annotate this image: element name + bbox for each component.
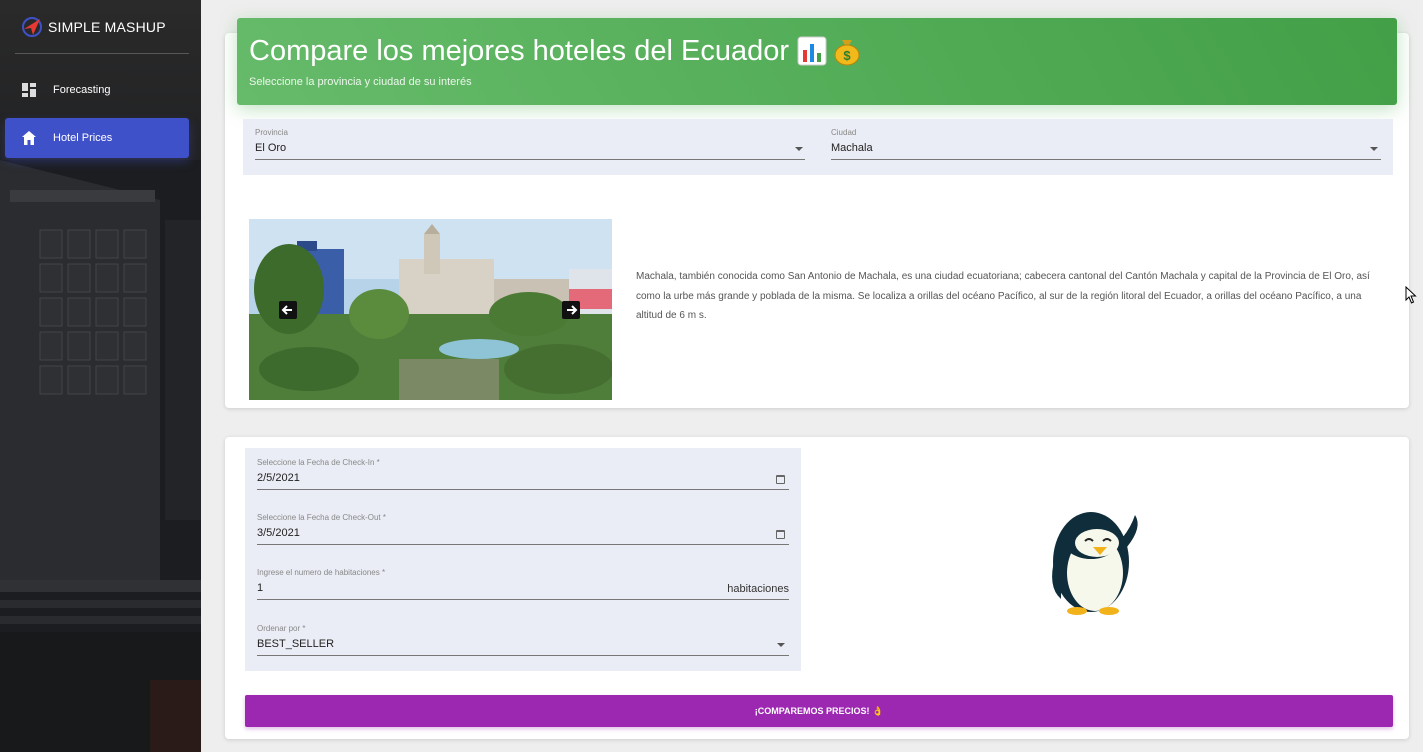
money-bag-icon: $: [834, 40, 860, 66]
ciudad-label: Ciudad: [831, 128, 857, 137]
checkout-date-field[interactable]: Seleccione la Fecha de Check-Out * 3/5/2…: [257, 513, 789, 545]
calendar-icon[interactable]: [776, 475, 785, 484]
sidebar-item-forecasting[interactable]: Forecasting: [5, 70, 189, 110]
field-underline: [257, 489, 789, 490]
order-select[interactable]: Ordenar por * BEST_SELLER: [257, 624, 789, 656]
page-title: Compare los mejores hoteles del Ecuador: [249, 34, 789, 67]
rooms-suffix: habitaciones: [727, 583, 789, 595]
city-description: Machala, también conocida como San Anton…: [636, 271, 1370, 321]
search-form: Seleccione la Fecha de Check-In * 2/5/20…: [245, 448, 801, 671]
calendar-icon[interactable]: [776, 530, 785, 539]
provincia-select[interactable]: Provincia El Oro: [255, 128, 805, 160]
field-underline: [257, 544, 789, 545]
compare-prices-button[interactable]: ¡COMPAREMOS PRECIOS! 👌: [245, 695, 1393, 727]
brand[interactable]: SIMPLE MASHUP: [0, 0, 201, 54]
city-image-carousel[interactable]: [249, 219, 612, 400]
checkin-date-field[interactable]: Seleccione la Fecha de Check-In * 2/5/20…: [257, 458, 789, 490]
city-photo: [249, 219, 612, 400]
field-underline: [257, 599, 789, 600]
sidebar: SIMPLE MASHUP Forecasting Hotel Prices: [0, 0, 201, 752]
mouse-cursor-icon: [1405, 286, 1417, 304]
location-select-panel: Provincia El Oro Ciudad Machala: [243, 119, 1393, 175]
sidebar-item-label: Forecasting: [53, 84, 111, 96]
provincia-label: Provincia: [255, 128, 288, 137]
brand-logo-icon: [22, 17, 42, 37]
dashboard-icon: [20, 81, 38, 99]
carousel-prev-button[interactable]: [279, 301, 297, 319]
checkin-value: 2/5/2021: [257, 472, 300, 484]
penguin-mascot-image: [1052, 512, 1138, 615]
order-value: BEST_SELLER: [257, 638, 335, 650]
chevron-down-icon: [1370, 147, 1378, 151]
sidebar-item-label: Hotel Prices: [53, 132, 113, 144]
arrow-right-icon: [562, 301, 580, 319]
ciudad-value: Machala: [831, 142, 873, 154]
checkout-value: 3/5/2021: [257, 527, 300, 539]
field-underline: [255, 159, 805, 160]
rooms-value: 1: [257, 582, 264, 594]
chevron-down-icon: [777, 643, 785, 647]
home-icon: [20, 129, 38, 147]
field-underline: [831, 159, 1381, 160]
page-subtitle: Seleccione la provincia y ciudad de su i…: [249, 76, 472, 88]
ciudad-select[interactable]: Ciudad Machala: [831, 128, 1381, 160]
rooms-label: Ingrese el numero de habitaciones *: [257, 568, 386, 577]
card-header: Compare los mejores hoteles del Ecuador …: [237, 18, 1397, 105]
sidebar-background-image: [0, 160, 201, 752]
svg-text:$: $: [843, 48, 851, 63]
sidebar-item-hotel-prices[interactable]: Hotel Prices: [5, 118, 189, 158]
brand-name: SIMPLE MASHUP: [48, 19, 166, 35]
checkout-label: Seleccione la Fecha de Check-Out *: [257, 513, 386, 522]
provincia-value: El Oro: [255, 142, 287, 154]
page-title-row: Compare los mejores hoteles del Ecuador …: [249, 32, 1385, 70]
arrow-left-icon: [279, 301, 297, 319]
field-underline: [257, 655, 789, 656]
brand-divider: [15, 53, 189, 54]
order-label: Ordenar por *: [257, 624, 306, 633]
carousel-next-button[interactable]: [562, 301, 580, 319]
chevron-down-icon: [795, 147, 803, 151]
chart-emoji-icon: [797, 36, 827, 66]
checkin-label: Seleccione la Fecha de Check-In *: [257, 458, 380, 467]
rooms-field[interactable]: Ingrese el numero de habitaciones * 1 ha…: [257, 568, 789, 600]
